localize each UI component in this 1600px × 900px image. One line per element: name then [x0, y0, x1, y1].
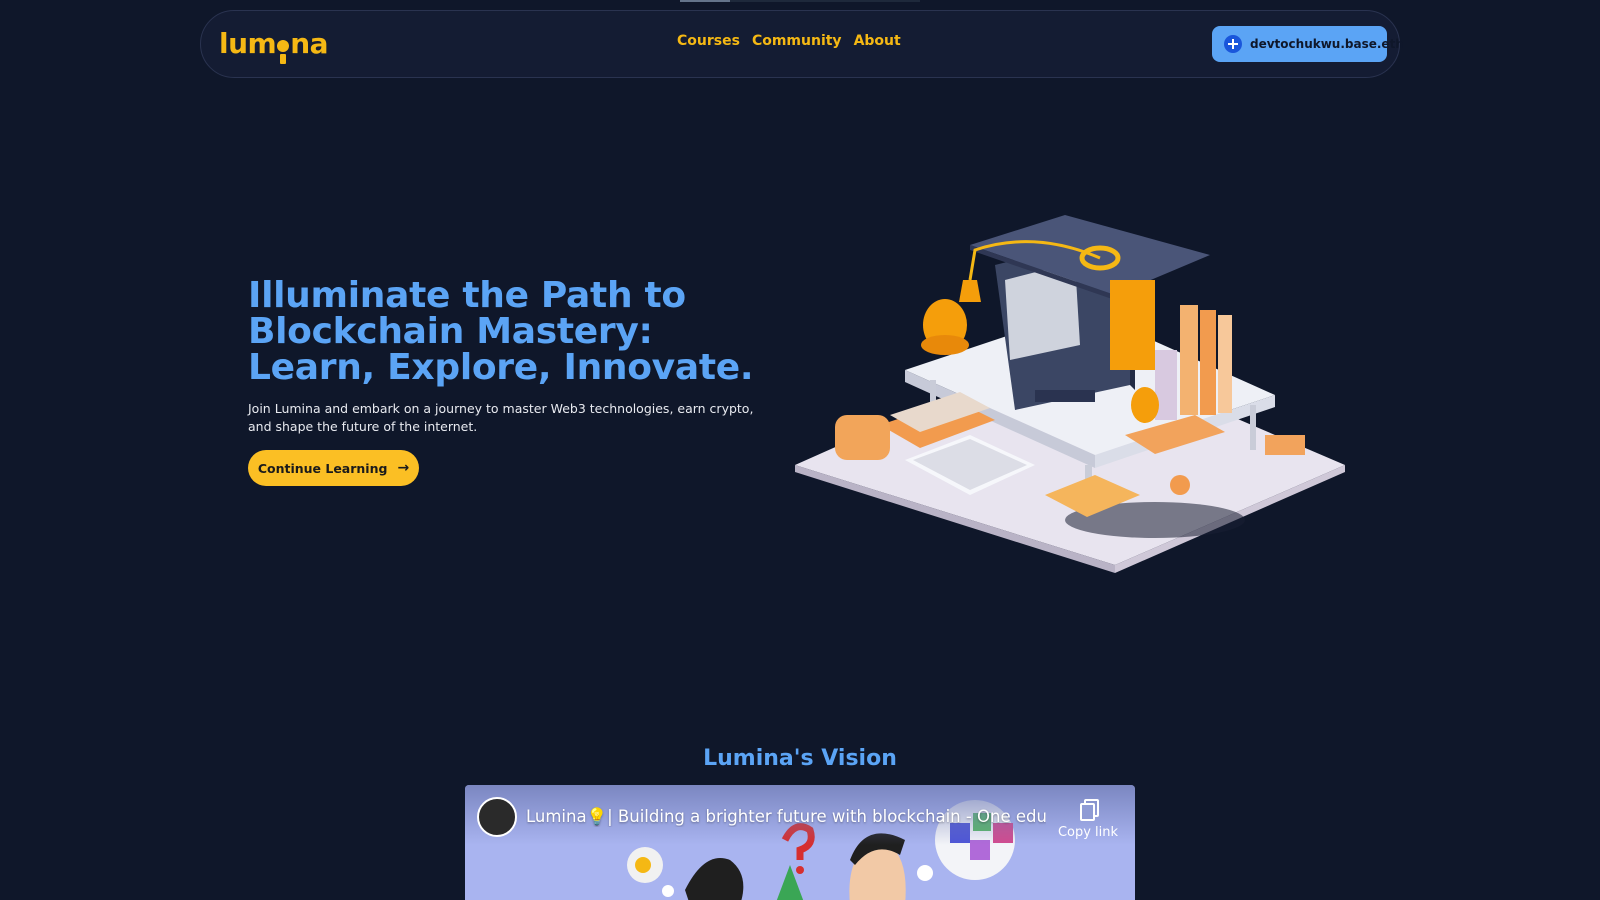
nav-link-courses[interactable]: Courses [677, 33, 740, 49]
base-network-icon [1224, 35, 1242, 53]
nav-link-about[interactable]: About [854, 33, 901, 49]
nav-link-community[interactable]: Community [752, 33, 842, 49]
arrow-right-icon: → [397, 460, 410, 476]
hero-title: Illuminate the Path to Blockchain Master… [248, 275, 754, 388]
video-title[interactable]: Lumina💡| Building a brighter future with… [526, 807, 1046, 827]
video-embed[interactable]: Lumina💡| Building a brighter future with… [465, 785, 1135, 900]
lumina-logo[interactable]: lum na [219, 24, 329, 64]
channel-avatar[interactable] [477, 797, 517, 837]
cta-label: Continue Learning [257, 460, 388, 476]
wallet-address: devtochukwu.base.eth [1250, 37, 1404, 51]
logo-text-na: na [290, 27, 329, 60]
copy-link-label: Copy link [1057, 825, 1119, 840]
wallet-button[interactable]: devtochukwu.base.eth [1212, 26, 1404, 62]
nav-links: Courses Community About [677, 33, 901, 49]
continue-learning-button[interactable]: Continue Learning → [248, 450, 419, 486]
copy-link-button[interactable]: Copy link [1053, 799, 1123, 840]
lightbulb-icon [277, 36, 290, 64]
vision-heading: Lumina's Vision [703, 746, 897, 771]
top-progress-indicator [680, 0, 920, 2]
hero-illustration [795, 215, 1345, 573]
copy-icon [1080, 799, 1099, 821]
navbar: lum na Courses Community About devtochukw… [200, 10, 1404, 78]
hero-subtitle: Join Lumina and embark on a journey to m… [248, 401, 754, 434]
logo-text-lum: lum [219, 27, 277, 60]
